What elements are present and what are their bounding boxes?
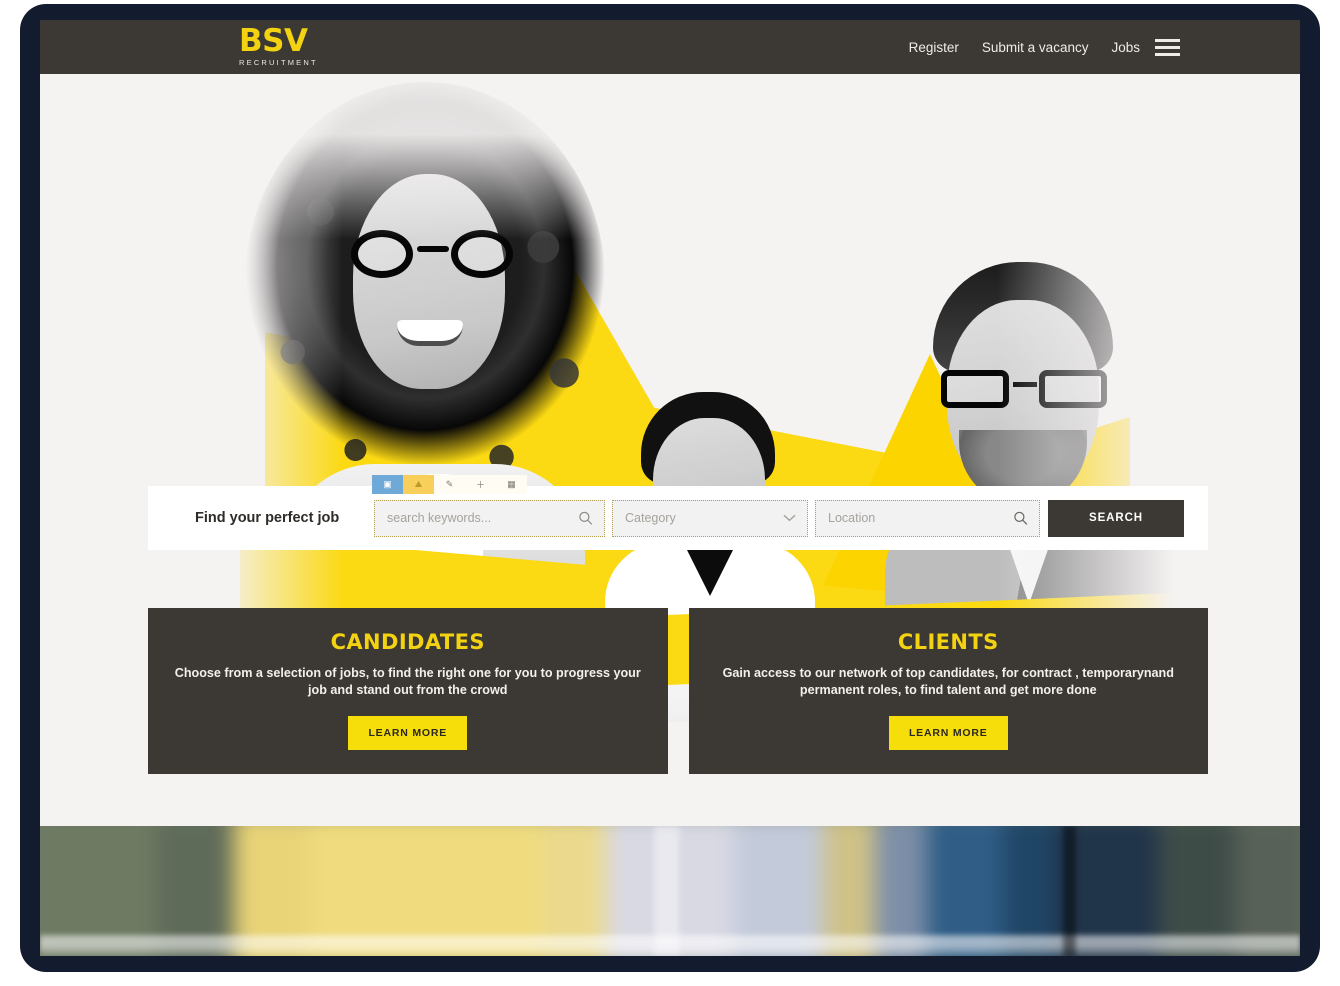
nav-item-jobs[interactable]: Jobs: [1111, 40, 1140, 55]
lens-left: [351, 230, 413, 278]
search-keywords-placeholder: search keywords...: [387, 511, 492, 525]
clients-learn-more-button[interactable]: LEARN MORE: [888, 716, 1008, 751]
device-frame: BSV RECRUITMENT Register Submit a vacanc…: [20, 4, 1320, 972]
image-placeholder-icon[interactable]: ▣: [372, 475, 403, 494]
building-photo-band: [40, 826, 1300, 956]
site-header: BSV RECRUITMENT Register Submit a vacanc…: [40, 20, 1300, 74]
promo-card-candidates: CANDIDATES Choose from a selection of jo…: [148, 608, 668, 774]
menu-bar-2: [1155, 45, 1180, 49]
logo-tagline: RECRUITMENT: [239, 58, 318, 68]
browser-viewport: BSV RECRUITMENT Register Submit a vacanc…: [40, 20, 1300, 956]
promo-title: CLIENTS: [897, 630, 999, 654]
glasses-bridge: [1013, 382, 1037, 387]
search-button[interactable]: SEARCH: [1048, 499, 1184, 537]
candidates-learn-more-button[interactable]: LEARN MORE: [348, 716, 468, 751]
nav-item-submit-a-vacancy[interactable]: Submit a vacancy: [982, 40, 1089, 55]
search-icon[interactable]: [1013, 511, 1028, 526]
lens-right: [451, 230, 513, 278]
menu-bar-1: [1155, 38, 1180, 42]
primary-nav: Register Submit a vacancy Jobs: [909, 20, 1140, 74]
promo-description: Choose from a selection of jobs, to find…: [174, 666, 641, 698]
search-bar-title: Find your perfect job: [195, 510, 340, 526]
gallery-icon[interactable]: ▦: [496, 475, 527, 494]
building-glass-detail: [40, 826, 1300, 956]
woman-glasses-icon: [347, 230, 517, 278]
promo-description: Gain access to our network of top candid…: [722, 666, 1174, 698]
nav-item-register[interactable]: Register: [909, 40, 959, 55]
hamburger-menu-icon[interactable]: [1155, 37, 1180, 57]
older-man-glasses-icon: [941, 370, 1107, 408]
edit-pencil-icon[interactable]: ✎: [434, 475, 465, 494]
woman-smile: [397, 320, 463, 346]
lens-right: [1039, 370, 1107, 408]
search-keywords-input[interactable]: search keywords...: [374, 499, 605, 537]
promo-card-clients: CLIENTS Gain access to our network of to…: [688, 608, 1208, 774]
promo-title: CANDIDATES: [330, 630, 485, 654]
broken-image-icon[interactable]: ⛰: [403, 475, 434, 494]
search-icon[interactable]: [578, 511, 593, 526]
location-input[interactable]: Location: [815, 499, 1040, 537]
image-editor-toolbar: ▣ ⛰ ✎ ＋ ▦: [372, 475, 527, 494]
chevron-down-icon[interactable]: [783, 514, 796, 523]
job-search-bar: Find your perfect job search keywords...…: [148, 486, 1208, 550]
add-plus-icon[interactable]: ＋: [465, 475, 496, 494]
woman-face: [353, 174, 505, 389]
glasses-bridge: [417, 246, 449, 252]
logo-wordmark: BSV: [239, 23, 308, 59]
promo-panels: CANDIDATES Choose from a selection of jo…: [148, 608, 1208, 774]
category-placeholder: Category: [625, 511, 676, 525]
lens-left: [941, 370, 1009, 408]
category-select[interactable]: Category: [612, 499, 808, 537]
location-placeholder: Location: [828, 511, 876, 525]
menu-bar-3: [1155, 52, 1180, 56]
brand-logo[interactable]: BSV RECRUITMENT: [239, 23, 319, 68]
